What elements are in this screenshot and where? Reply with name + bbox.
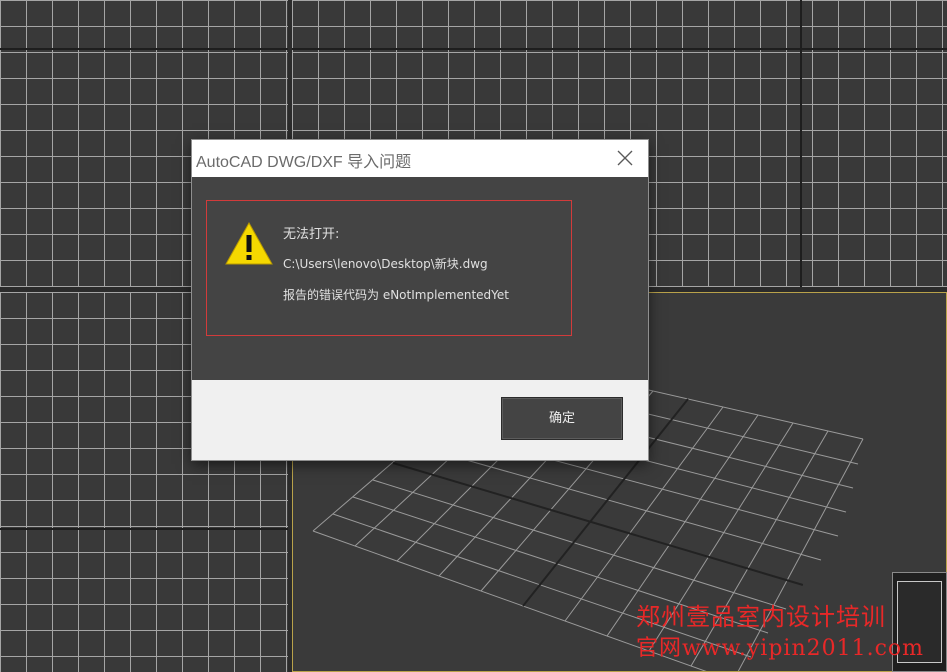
close-icon	[617, 150, 633, 166]
message-error-code: 报告的错误代码为 eNotImplementedYet	[283, 288, 509, 302]
watermark-line1: 郑州壹品室内设计培训	[636, 603, 886, 631]
dialog-titlebar[interactable]: AutoCAD DWG/DXF 导入问题	[192, 140, 648, 177]
dialog-footer: 确定	[192, 380, 648, 460]
error-message-box: 无法打开: C:\Users\lenovo\Desktop\新块.dwg 报告的…	[206, 200, 572, 336]
grid-axis	[800, 0, 802, 287]
watermark-line2: 官网www.yipin2011.com	[636, 636, 925, 661]
ok-button[interactable]: 确定	[501, 397, 623, 440]
message-line-1: 无法打开:	[283, 227, 340, 242]
close-button[interactable]	[602, 140, 648, 177]
grid-axis	[0, 48, 288, 50]
grid-axis	[0, 528, 288, 530]
grid-axis	[292, 48, 947, 50]
warning-icon	[225, 221, 273, 265]
dialog-content: 无法打开: C:\Users\lenovo\Desktop\新块.dwg 报告的…	[192, 177, 648, 380]
message-file-path: C:\Users\lenovo\Desktop\新块.dwg	[283, 257, 488, 271]
dialog-title: AutoCAD DWG/DXF 导入问题	[196, 154, 412, 171]
error-dialog: AutoCAD DWG/DXF 导入问题 无法打开: C:\Users\leno…	[192, 140, 648, 460]
